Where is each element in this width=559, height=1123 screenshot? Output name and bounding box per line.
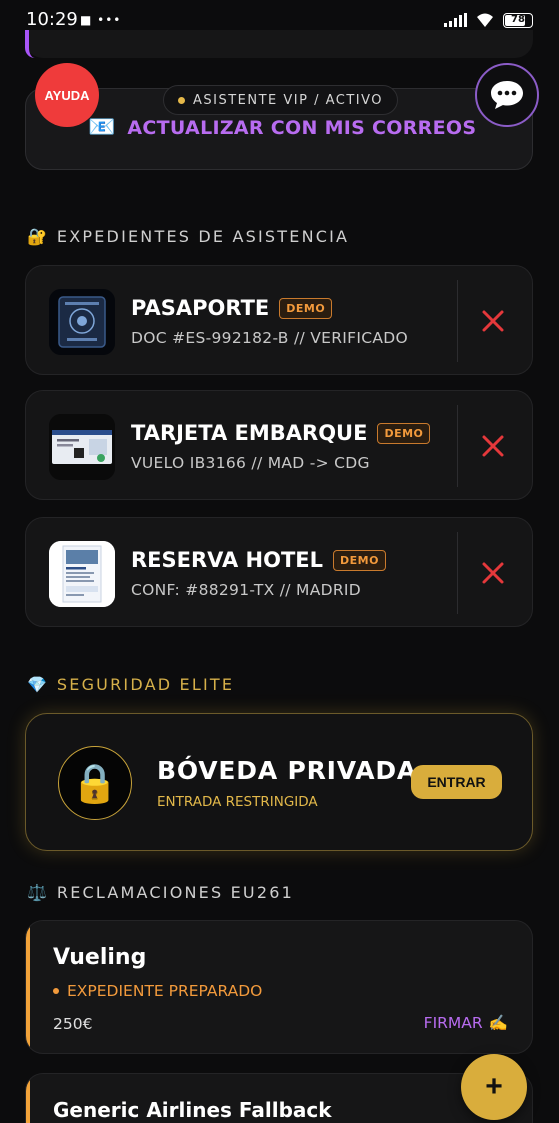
claim-amount: 250€ (53, 1015, 93, 1033)
divider (457, 280, 458, 362)
sign-label: FIRMAR (423, 1014, 483, 1032)
status-time: 10:29 (26, 9, 78, 30)
scales-icon: ⚖️ (27, 883, 47, 902)
vault-title: BÓVEDA PRIVADA (157, 756, 418, 785)
document-title-row: TARJETA EMBARQUE DEMO (131, 421, 431, 445)
status-notification-icons: ■ ••• (80, 13, 122, 27)
status-right-group: 78 (444, 12, 533, 28)
demo-badge: DEMO (333, 549, 386, 571)
private-vault-card[interactable]: 🔒 BÓVEDA PRIVADA ENTRADA RESTRINGIDA ENT… (25, 713, 533, 851)
claim-accent-bar (26, 921, 30, 1053)
document-title-row: RESERVA HOTEL DEMO (131, 548, 386, 572)
battery-level: 78 (511, 13, 525, 25)
claim-airline: Generic Airlines Fallback (53, 1098, 332, 1122)
passport-icon (49, 289, 115, 355)
document-title-row: PASAPORTE DEMO (131, 296, 333, 320)
claim-accent-bar (26, 1074, 30, 1123)
vip-assistant-badge: ASISTENTE VIP / ACTIVO (163, 85, 399, 115)
document-subtitle: DOC #ES-992182-B // VERIFICADO (131, 329, 409, 347)
claim-airline: Vueling (53, 945, 147, 970)
wifi-icon (477, 13, 493, 27)
signal-icon (444, 13, 467, 27)
divider (457, 405, 458, 487)
vault-subtitle: ENTRADA RESTRINGIDA (157, 794, 318, 810)
document-title: PASAPORTE (131, 296, 270, 320)
claim-card[interactable]: Generic Airlines Fallback (25, 1073, 533, 1123)
document-title: TARJETA EMBARQUE (131, 421, 368, 445)
boarding-pass-icon (49, 414, 115, 480)
delete-icon[interactable] (480, 433, 506, 459)
demo-badge: DEMO (279, 297, 333, 319)
sign-claim-button[interactable]: FIRMAR ✍️ (424, 1014, 508, 1032)
hotel-booking-icon (49, 541, 115, 607)
document-subtitle: CONF: #88291-TX // MADRID (131, 581, 362, 599)
claim-status: EXPEDIENTE PREPARADO (53, 982, 262, 1000)
diamond-icon: 💎 (27, 675, 47, 694)
demo-badge: DEMO (377, 422, 431, 444)
battery-icon: 78 (503, 12, 533, 28)
document-card-passport[interactable]: PASAPORTE DEMO DOC #ES-992182-B // VERIF… (25, 265, 533, 375)
document-card-boarding-pass[interactable]: TARJETA EMBARQUE DEMO VUELO IB3166 // MA… (25, 390, 533, 500)
section-label: RECLAMACIONES EU261 (56, 883, 294, 902)
section-title-seguridad: 💎 SEGURIDAD ELITE (27, 675, 234, 694)
section-title-reclamaciones: ⚖️ RECLAMACIONES EU261 (27, 883, 294, 902)
update-with-emails-button[interactable]: 📧 ACTUALIZAR CON MIS CORREOS (88, 115, 476, 140)
enter-vault-button[interactable]: ENTRAR (411, 765, 502, 799)
vip-badge-label: ASISTENTE VIP / ACTIVO (193, 92, 384, 108)
document-card-hotel[interactable]: RESERVA HOTEL DEMO CONF: #88291-TX // MA… (25, 517, 533, 627)
writing-hand-icon: ✍️ (488, 1014, 508, 1032)
lock-icon: 🔒 (58, 746, 132, 820)
section-label: SEGURIDAD ELITE (56, 675, 235, 694)
section-label: EXPEDIENTES DE ASISTENCIA (56, 227, 350, 246)
delete-icon[interactable] (480, 308, 506, 334)
document-title: RESERVA HOTEL (131, 548, 324, 572)
claim-card[interactable]: Vueling EXPEDIENTE PREPARADO 250€ FIRMAR… (25, 920, 533, 1054)
help-button[interactable]: AYUDA (35, 63, 99, 127)
email-icon: 📧 (88, 115, 116, 140)
document-subtitle: VUELO IB3166 // MAD -> CDG (131, 454, 370, 472)
claim-status-label: EXPEDIENTE PREPARADO (67, 982, 263, 1000)
chat-button[interactable] (475, 63, 539, 127)
section-title-expedientes: 🔐 EXPEDIENTES DE ASISTENCIA (27, 227, 349, 246)
lock-key-icon: 🔐 (27, 227, 47, 246)
divider (457, 532, 458, 614)
status-dot (53, 988, 59, 994)
add-button[interactable]: + (461, 1054, 527, 1120)
previous-card-edge (25, 30, 533, 58)
status-dot (178, 96, 185, 104)
chat-bubble-icon (491, 81, 523, 109)
delete-icon[interactable] (480, 560, 506, 586)
update-with-emails-label: ACTUALIZAR CON MIS CORREOS (127, 116, 477, 139)
